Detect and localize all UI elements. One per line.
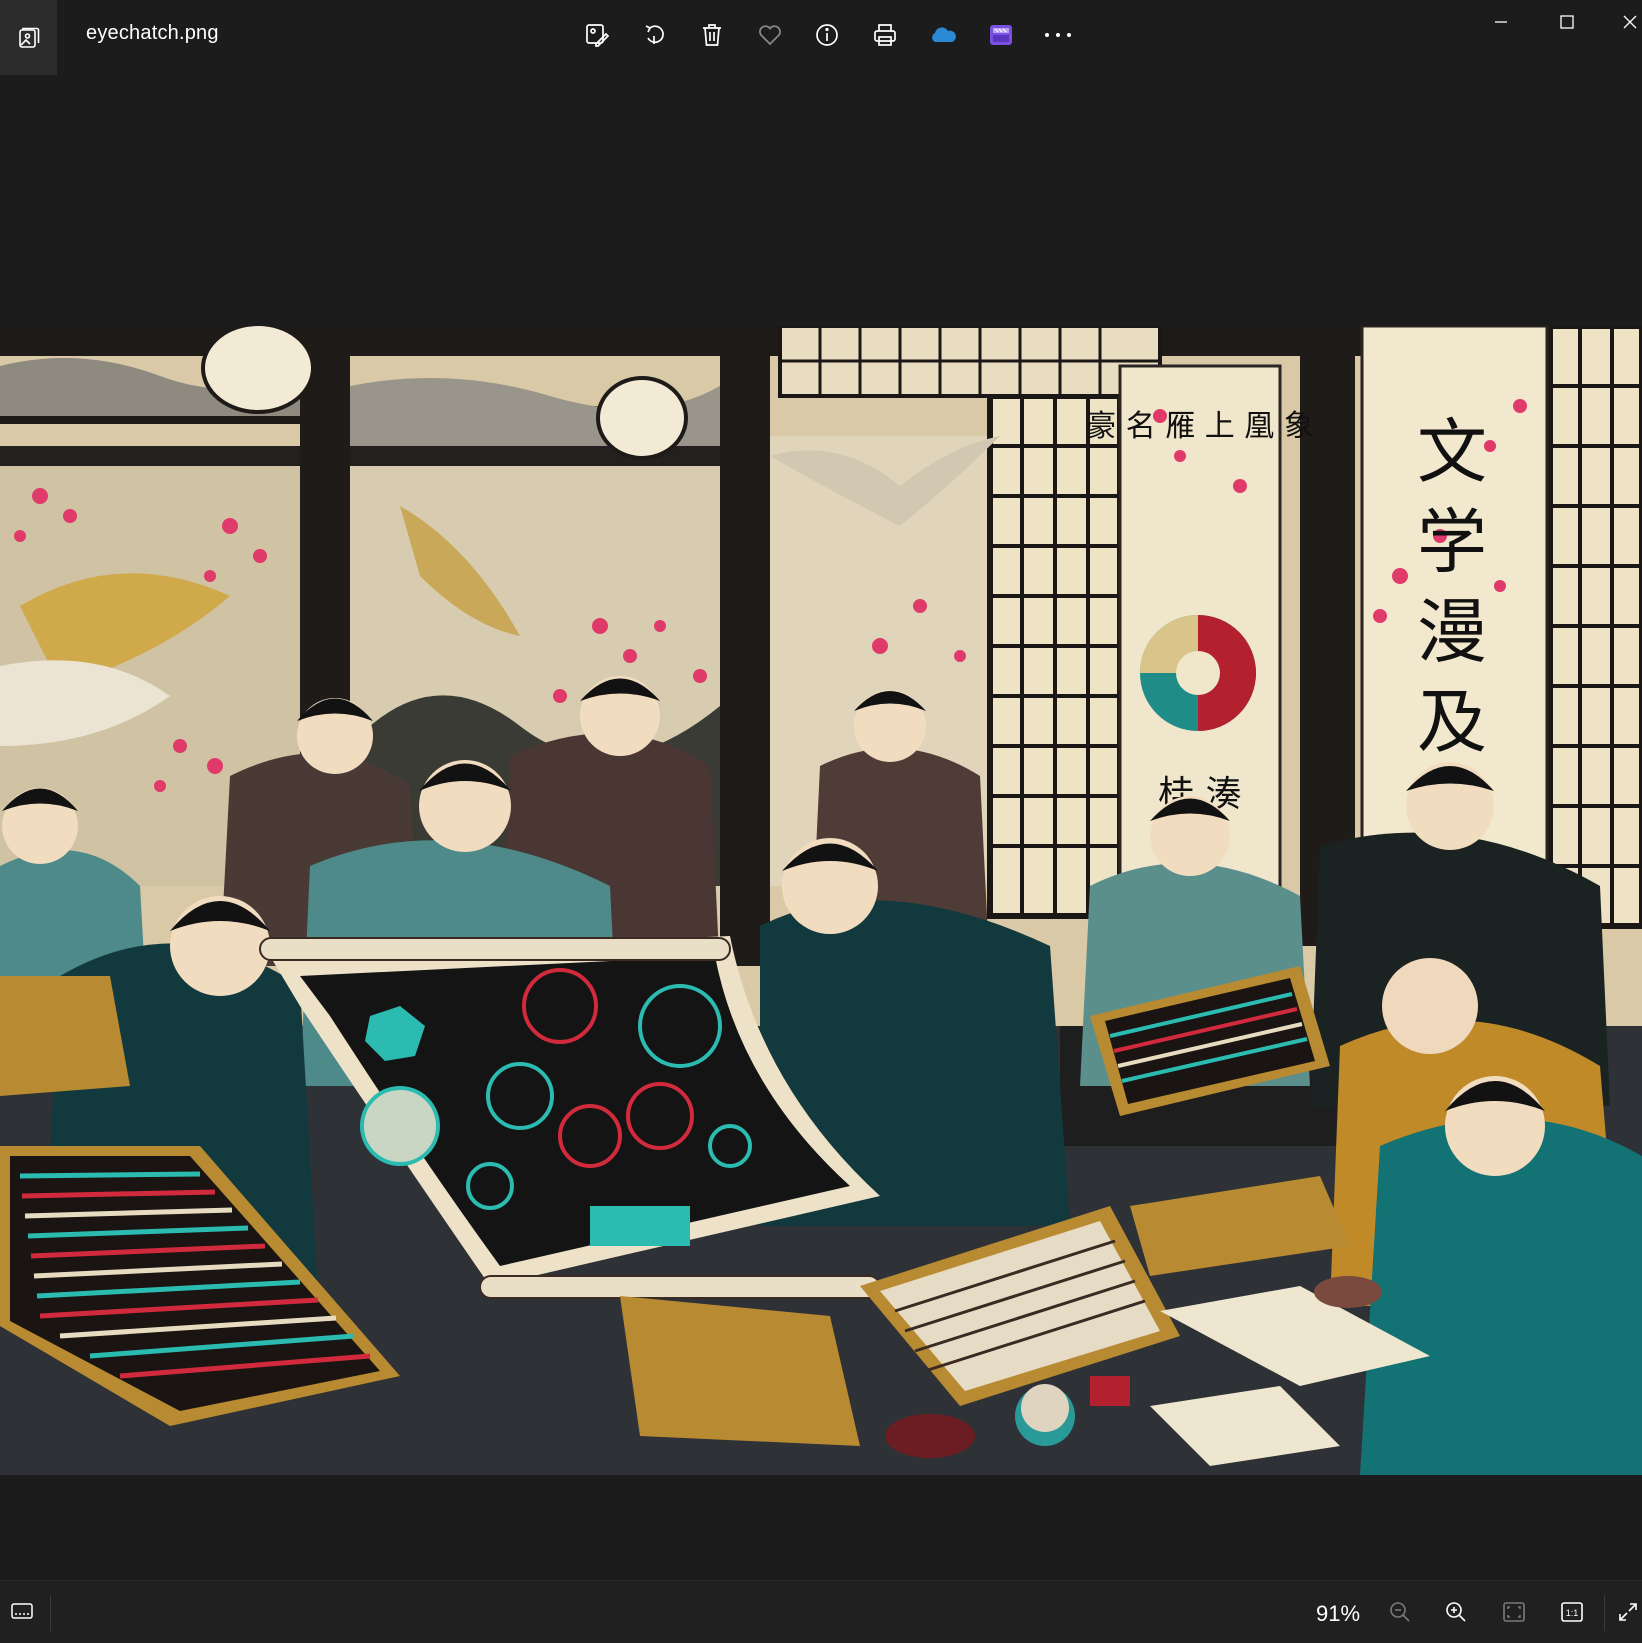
fit-to-window-icon[interactable] (1496, 1595, 1532, 1629)
status-bar: 91% 1:1 (0, 1580, 1642, 1643)
status-separator (1604, 1595, 1605, 1631)
svg-text:豪 名 雁 上 凰 象: 豪 名 雁 上 凰 象 (1086, 409, 1314, 444)
zoom-level[interactable]: 91% (1316, 1601, 1360, 1627)
svg-text:文: 文 (1417, 411, 1487, 493)
zoom-out-icon[interactable] (1382, 1595, 1418, 1629)
clipchamp-icon[interactable] (983, 17, 1019, 53)
displayed-image: 豪 名 雁 上 凰 象 桂 湊 文 学 漫 及 符 (0, 326, 1642, 1475)
filmstrip-icon[interactable] (4, 1595, 40, 1629)
print-icon[interactable] (867, 17, 903, 53)
image-viewport[interactable]: 豪 名 雁 上 凰 象 桂 湊 文 学 漫 及 符 (0, 72, 1642, 1580)
status-separator (50, 1595, 51, 1631)
minimize-icon[interactable] (1476, 4, 1526, 40)
svg-text:学: 学 (1417, 501, 1487, 583)
file-name: eyechatch.png (86, 22, 219, 44)
info-icon[interactable] (809, 17, 845, 53)
favorite-icon[interactable] (752, 17, 788, 53)
delete-icon[interactable] (694, 17, 730, 53)
full-screen-icon[interactable] (1614, 1595, 1642, 1629)
zoom-in-icon[interactable] (1438, 1595, 1474, 1629)
title-bar: eyechatch.png (0, 0, 1642, 75)
maximize-icon[interactable] (1542, 4, 1592, 40)
rotate-icon[interactable] (637, 17, 673, 53)
actual-size-button[interactable]: 1:1 (1554, 1595, 1590, 1629)
svg-text:1:1: 1:1 (1566, 1608, 1579, 1618)
svg-text:漫: 漫 (1417, 591, 1487, 673)
svg-text:及: 及 (1417, 681, 1487, 763)
edit-image-icon[interactable] (579, 17, 615, 53)
more-icon[interactable] (1040, 17, 1076, 53)
onedrive-icon[interactable] (925, 17, 961, 53)
photos-app-icon[interactable] (0, 0, 57, 75)
close-icon[interactable] (1605, 4, 1642, 40)
